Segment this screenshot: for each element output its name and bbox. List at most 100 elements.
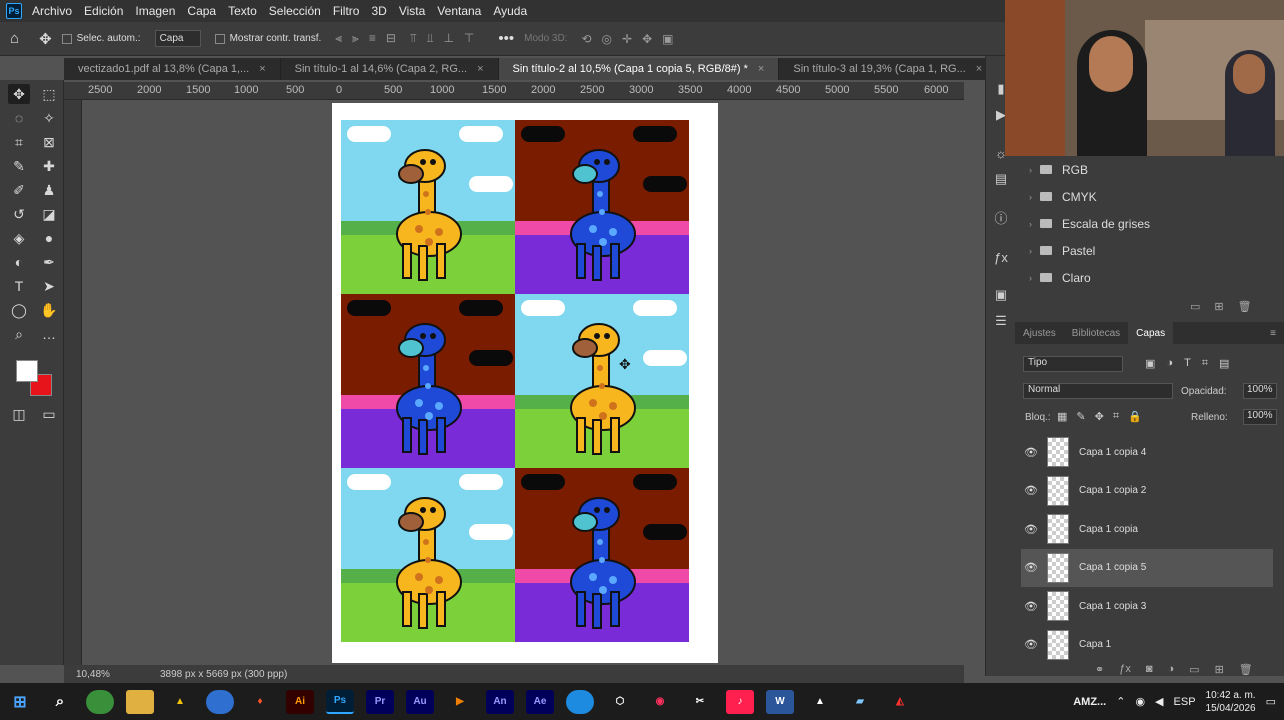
eye-icon[interactable]: 👁 xyxy=(1021,638,1041,651)
eye-icon[interactable]: 👁 xyxy=(1021,446,1041,459)
ellipse-tool-icon[interactable]: ◯ xyxy=(8,300,30,320)
layer-row[interactable]: 👁 Capa 1 copia 4 xyxy=(1021,433,1273,471)
layer-actions[interactable]: ⚭ ƒx ◙ ◑ ▭ ⊞ 🗑 xyxy=(1095,663,1253,676)
app-icon[interactable]: ◉ xyxy=(646,690,674,714)
notification-icon[interactable]: ▭ xyxy=(1266,695,1276,708)
history-icon[interactable]: ☰ xyxy=(992,312,1010,330)
eyedropper-icon[interactable]: ✎ xyxy=(8,156,30,176)
tab-document-2[interactable]: Sin título-1 al 14,6% (Capa 2, RG... × xyxy=(281,58,499,80)
swatch-actions[interactable]: ▭ ⊞ 🗑 xyxy=(1190,300,1252,313)
word-icon[interactable]: W xyxy=(766,689,794,714)
document-canvas[interactable] xyxy=(332,103,718,663)
menu-capa[interactable]: Capa xyxy=(187,4,216,18)
menu-archivo[interactable]: Archivo xyxy=(32,4,72,18)
tab-capas[interactable]: Capas xyxy=(1128,322,1174,344)
tab-document-3[interactable]: Sin título-2 al 10,5% (Capa 1 copia 5, R… xyxy=(498,58,780,80)
language[interactable]: ESP xyxy=(1174,696,1196,708)
unity-icon[interactable]: ⬡ xyxy=(606,690,634,714)
menu-filtro[interactable]: Filtro xyxy=(333,4,360,18)
swatch-group-rgb[interactable]: › RGB xyxy=(1015,156,1284,183)
zoom-tool-icon[interactable]: ⌕ xyxy=(8,324,30,344)
layer-row[interactable]: 👁 Capa 1 copia 2 xyxy=(1021,472,1273,510)
menu-edicion[interactable]: Edición xyxy=(84,4,123,18)
panel-menu-icon[interactable]: ≡ xyxy=(1270,328,1276,339)
frame-tool-icon[interactable]: ⊠ xyxy=(38,132,60,152)
tab-document-1[interactable]: vectizado1.pdf al 13,8% (Capa 1,... × xyxy=(64,58,281,80)
properties-icon[interactable]: ▣ xyxy=(992,286,1010,304)
network-icon[interactable]: ◉ xyxy=(1135,695,1145,708)
brush-settings-icon[interactable]: ▤ xyxy=(992,170,1010,188)
blur-tool-icon[interactable]: ● xyxy=(38,228,60,248)
swatch-group-grayscale[interactable]: › Escala de grises xyxy=(1015,210,1284,237)
healing-brush-icon[interactable]: ✚ xyxy=(38,156,60,176)
fill-input[interactable]: 100% xyxy=(1243,409,1277,425)
move-tool-icon[interactable]: ✥ xyxy=(39,30,52,48)
move-tool-icon[interactable]: ✥ xyxy=(8,84,30,104)
edge-icon[interactable] xyxy=(566,689,594,714)
windows-start-icon[interactable]: ⊞ xyxy=(6,690,34,714)
eye-icon[interactable]: 👁 xyxy=(1021,561,1041,574)
auto-select-checkbox[interactable]: Selec. autom.: xyxy=(61,33,141,44)
menu-3d[interactable]: 3D xyxy=(371,4,386,18)
clock[interactable]: 10:42 a. m. 15/04/2026 xyxy=(1206,689,1256,715)
tab-ajustes[interactable]: Ajustes xyxy=(1015,328,1064,339)
layer-row[interactable]: 👁 Capa 1 copia xyxy=(1021,510,1273,548)
after-effects-icon[interactable]: Ae xyxy=(526,689,554,714)
align-buttons[interactable]: ⫷ ⫸ ≡ ⊟ xyxy=(335,31,396,46)
home-icon[interactable]: ⌂ xyxy=(10,30,19,47)
stamp-tool-icon[interactable]: ♟ xyxy=(38,180,60,200)
chevron-up-icon[interactable]: ⌃ xyxy=(1116,695,1125,708)
zoom-level[interactable]: 10,48% xyxy=(76,669,156,680)
brush-tool-icon[interactable]: ✐ xyxy=(8,180,30,200)
tray-app[interactable]: AMZ... xyxy=(1073,696,1106,708)
eye-icon[interactable]: 👁 xyxy=(1021,523,1041,536)
eye-icon[interactable]: 👁 xyxy=(1021,484,1041,497)
tab-document-4[interactable]: Sin título-3 al 19,3% (Capa 1, RG... × xyxy=(779,58,998,80)
swatch-group-light[interactable]: › Claro xyxy=(1015,264,1284,291)
brave-icon[interactable]: ♦ xyxy=(246,690,274,714)
opacity-input[interactable]: 100% xyxy=(1243,383,1277,399)
pen-tool-icon[interactable]: ✒ xyxy=(38,252,60,272)
foreground-color[interactable] xyxy=(16,360,38,382)
drive-icon[interactable]: ▲ xyxy=(166,690,194,714)
tab-bibliotecas[interactable]: Bibliotecas xyxy=(1064,328,1128,339)
info-icon[interactable]: ⓘ xyxy=(992,208,1010,226)
crop-tool-icon[interactable]: ⌗ xyxy=(8,132,30,152)
menu-seleccion[interactable]: Selección xyxy=(269,4,321,18)
target-select[interactable]: Capa xyxy=(154,30,201,47)
search-icon[interactable]: ⌕ xyxy=(46,690,74,714)
menu-vista[interactable]: Vista xyxy=(399,4,425,18)
animate-icon[interactable]: An xyxy=(486,689,514,714)
layer-filter-select[interactable]: Tipo xyxy=(1023,356,1123,372)
vlc-icon[interactable]: ▶ xyxy=(446,690,474,714)
photoshop-icon[interactable]: Ps xyxy=(326,689,354,714)
show-transform-checkbox[interactable]: Mostrar contr. transf. xyxy=(214,33,321,44)
swatch-group-cmyk[interactable]: › CMYK xyxy=(1015,183,1284,210)
chrome-icon[interactable] xyxy=(86,689,114,714)
file-explorer-icon[interactable] xyxy=(126,689,154,714)
app-icon-2[interactable]: ◭ xyxy=(886,690,914,714)
menu-ventana[interactable]: Ventana xyxy=(437,4,481,18)
lasso-tool-icon[interactable]: ◌ xyxy=(8,108,30,128)
fx-icon[interactable]: ƒx xyxy=(992,248,1010,266)
quick-mask-icon[interactable]: ◫ xyxy=(8,404,30,424)
illustrator-icon[interactable]: Ai xyxy=(286,689,314,714)
screen-mode-icon[interactable]: ▭ xyxy=(38,404,60,424)
layer-row[interactable]: 👁 Capa 1 xyxy=(1021,626,1273,664)
more-tools-icon[interactable]: … xyxy=(38,324,60,344)
paint-bucket-icon[interactable]: ◈ xyxy=(8,228,30,248)
lock-icons[interactable]: ▦ ✎ ✥ ⌗ 🔒 xyxy=(1057,410,1142,423)
inkscape-icon[interactable]: ▲ xyxy=(806,690,834,714)
capcut-icon[interactable]: ✂ xyxy=(686,690,714,714)
audition-icon[interactable]: Au xyxy=(406,689,434,714)
swatch-group-pastel[interactable]: › Pastel xyxy=(1015,237,1284,264)
eye-icon[interactable]: 👁 xyxy=(1021,600,1041,613)
path-select-icon[interactable]: ➤ xyxy=(38,276,60,296)
tiktok-icon[interactable]: ♪ xyxy=(726,689,754,714)
notes-icon[interactable]: ▰ xyxy=(846,690,874,714)
layer-row[interactable]: 👁 Capa 1 copia 3 xyxy=(1021,587,1273,625)
blend-mode-select[interactable]: Normal xyxy=(1023,383,1173,399)
history-brush-icon[interactable]: ↺ xyxy=(8,204,30,224)
menu-texto[interactable]: Texto xyxy=(228,4,257,18)
dodge-tool-icon[interactable]: ◐ xyxy=(8,252,30,272)
